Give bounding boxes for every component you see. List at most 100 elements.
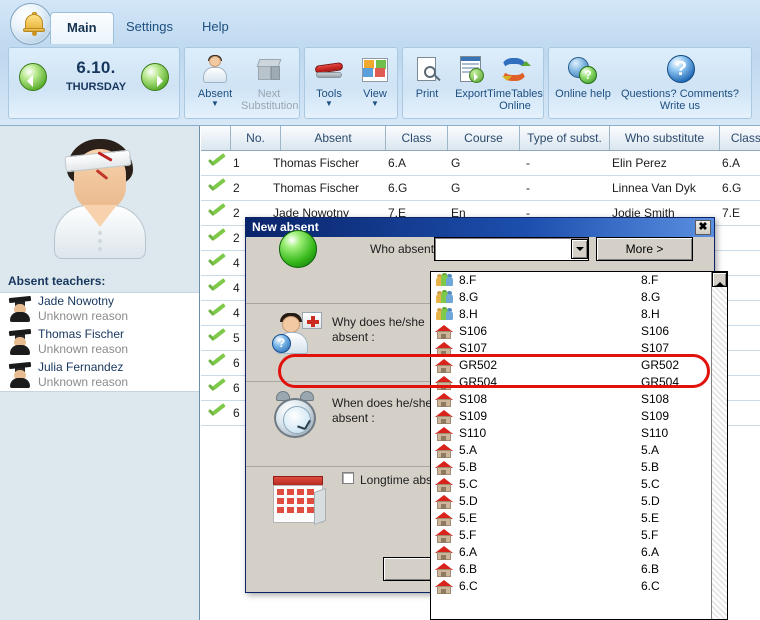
questions-button-label: Questions? Comments? Write us xyxy=(611,88,749,112)
list-item[interactable]: S108S108 xyxy=(431,391,727,408)
column-header-check[interactable] xyxy=(201,126,231,150)
check-icon xyxy=(207,181,225,195)
list-item[interactable]: 5.A5.A xyxy=(431,442,727,459)
table-row[interactable]: 2 Thomas Fischer 6.G G - Linnea Van Dyk … xyxy=(201,176,760,201)
room-icon xyxy=(435,529,454,543)
app-menu-button[interactable] xyxy=(8,3,54,43)
table-row[interactable]: 1 Thomas Fischer 6.A G - Elin Perez 6.A xyxy=(201,151,760,176)
next-substitution-button[interactable]: Next Substitution xyxy=(241,52,297,112)
list-item[interactable]: 6.A6.A xyxy=(431,544,727,561)
option-value: 6.B xyxy=(641,561,659,578)
arrow-right-icon[interactable] xyxy=(141,63,169,91)
check-icon xyxy=(207,256,225,270)
check-icon xyxy=(207,231,225,245)
timetables-online-button[interactable]: TimeTables Online xyxy=(485,52,545,112)
who-absent-label: Who absent : xyxy=(370,242,441,257)
room-icon xyxy=(435,393,454,407)
cell-no: 2 xyxy=(233,201,240,225)
scroll-up-arrow[interactable] xyxy=(712,272,727,287)
list-item[interactable]: Thomas Fischer Unknown reason xyxy=(0,326,199,359)
list-item[interactable]: 5.B5.B xyxy=(431,459,727,476)
column-header-type[interactable]: Type of subst. xyxy=(520,126,610,150)
who-absent-input[interactable] xyxy=(434,237,589,261)
option-label: GR504 xyxy=(459,374,497,391)
list-item-gr502[interactable]: GR502GR502 xyxy=(431,357,727,374)
room-icon xyxy=(435,580,454,594)
column-header-who[interactable]: Who substitute xyxy=(610,126,720,150)
option-label: GR502 xyxy=(459,357,497,374)
longtime-absent-checkbox[interactable] xyxy=(342,472,354,484)
timetables-online-label: TimeTables Online xyxy=(485,88,545,112)
list-item[interactable]: 5.C5.C xyxy=(431,476,727,493)
list-item[interactable]: S106S106 xyxy=(431,323,727,340)
absent-teachers-title: Absent teachers: xyxy=(8,274,105,288)
chevron-down-icon[interactable] xyxy=(571,239,588,259)
absent-button[interactable]: Absent ▼ xyxy=(187,52,243,108)
room-icon xyxy=(435,325,454,339)
arrow-left-icon[interactable] xyxy=(19,63,47,91)
option-label: 6.B xyxy=(459,561,477,578)
ribbon-body: 6.10. THURSDAY Absent ▼ Next Substitutio… xyxy=(0,44,760,126)
tab-strip: Main Settings Help xyxy=(0,0,760,44)
teacher-reason: Unknown reason xyxy=(38,309,128,323)
list-item[interactable]: S110S110 xyxy=(431,425,727,442)
option-label: 6.A xyxy=(459,544,477,561)
graduate-icon xyxy=(8,297,32,322)
list-item[interactable]: GR504 GR504 xyxy=(431,374,727,391)
room-icon xyxy=(435,410,454,424)
list-item[interactable]: 5.E5.E xyxy=(431,510,727,527)
close-icon[interactable]: ✖ xyxy=(695,220,711,235)
tab-main[interactable]: Main xyxy=(50,12,114,44)
column-header-course[interactable]: Course xyxy=(448,126,520,150)
list-item[interactable]: 5.F5.F xyxy=(431,527,727,544)
online-help-button[interactable]: ? Online help xyxy=(555,52,611,100)
tab-help[interactable]: Help xyxy=(186,12,245,44)
option-label: 5.E xyxy=(459,510,477,527)
bell-icon xyxy=(10,3,52,45)
print-icon xyxy=(411,54,443,86)
option-label: 5.B xyxy=(459,459,477,476)
option-value: 8.H xyxy=(641,306,660,323)
column-header-absent[interactable]: Absent xyxy=(281,126,386,150)
list-item[interactable]: S109S109 xyxy=(431,408,727,425)
list-item[interactable]: 8.G8.G xyxy=(431,289,727,306)
dialog-title-bar: New absent ✖ xyxy=(246,218,714,237)
who-absent-dropdown-list[interactable]: 8.F8.F 8.G8.G 8.H8.H S106S106 S107S107 G… xyxy=(430,271,728,620)
list-item[interactable]: 6.C6.C xyxy=(431,578,727,595)
absent-teachers-list: Jade Nowotny Unknown reason Thomas Fisch… xyxy=(0,292,199,392)
view-button[interactable]: View ▼ xyxy=(347,52,403,108)
questions-button[interactable]: ? Questions? Comments? Write us xyxy=(611,52,749,112)
graduate-icon xyxy=(8,330,32,355)
tab-settings-label: Settings xyxy=(126,19,173,34)
check-icon xyxy=(207,331,225,345)
list-item[interactable]: 8.F8.F xyxy=(431,272,727,289)
list-item[interactable]: 5.D5.D xyxy=(431,493,727,510)
next-substitution-label: Next Substitution xyxy=(241,88,297,112)
cell-class: 6.G xyxy=(388,176,407,200)
cell-classroom: 7.E xyxy=(722,201,740,225)
ribbon: Main Settings Help 6.10. THURSDAY Absent xyxy=(0,0,760,126)
list-item[interactable]: S107S107 xyxy=(431,340,727,357)
list-item[interactable]: Jade Nowotny Unknown reason xyxy=(0,293,199,326)
dropdown-scrollbar[interactable] xyxy=(711,272,727,619)
column-header-class[interactable]: Class xyxy=(386,126,448,150)
check-icon xyxy=(207,281,225,295)
option-value: S107 xyxy=(641,340,669,357)
room-icon xyxy=(435,376,454,390)
ribbon-group-date: 6.10. THURSDAY xyxy=(8,47,180,119)
tab-settings[interactable]: Settings xyxy=(110,12,189,44)
option-value: S110 xyxy=(641,425,668,442)
room-icon xyxy=(435,342,454,356)
check-icon xyxy=(207,356,225,370)
cell-no: 4 xyxy=(233,276,240,300)
graduate-icon xyxy=(8,363,32,388)
option-label: 8.G xyxy=(459,289,478,306)
column-header-classroom[interactable]: Classroom xyxy=(720,126,760,150)
more-button[interactable]: More > xyxy=(596,237,693,261)
option-value: GR504 xyxy=(641,374,679,391)
cell-who: Elin Perez xyxy=(612,151,667,175)
column-header-no[interactable]: No. xyxy=(231,126,281,150)
list-item[interactable]: 8.H8.H xyxy=(431,306,727,323)
list-item[interactable]: 6.B 6.B xyxy=(431,561,727,578)
list-item[interactable]: Julia Fernandez Unknown reason xyxy=(0,359,199,392)
